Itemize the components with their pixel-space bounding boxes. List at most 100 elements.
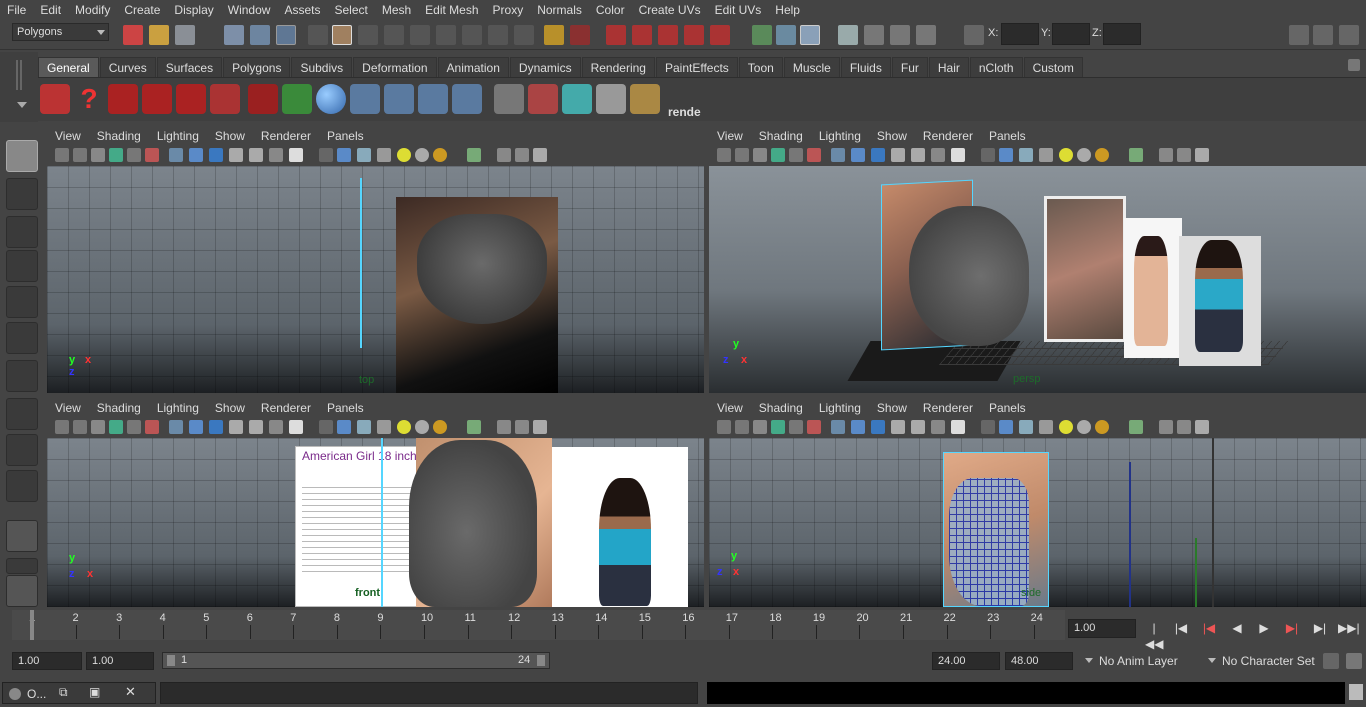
default-material-icon[interactable] (871, 148, 885, 162)
channel-box-icon[interactable] (1339, 25, 1359, 45)
select-hierarchy-icon[interactable] (224, 25, 244, 45)
light-gold-icon[interactable] (1095, 148, 1109, 162)
panel-menu-renderer[interactable]: Renderer (923, 128, 973, 144)
trash-icon[interactable] (1348, 59, 1360, 71)
shaded-icon[interactable] (999, 148, 1013, 162)
shelf-tab-painteffects[interactable]: PaintEffects (655, 57, 738, 77)
range-handle-left[interactable] (167, 655, 175, 666)
anim-layer-dropdown[interactable]: No Anim Layer (1085, 652, 1194, 670)
shelf-tab-toon[interactable]: Toon (738, 57, 783, 77)
script-editor-button-icon[interactable] (1349, 684, 1363, 700)
preferences-icon[interactable] (1346, 653, 1362, 669)
panel-menu-show[interactable]: Show (215, 400, 245, 416)
shelf-tab-muscle[interactable]: Muscle (783, 57, 840, 77)
pick-mask-icon[interactable] (308, 25, 328, 45)
menu-edit-uvs[interactable]: Edit UVs (708, 0, 769, 20)
frame-icon[interactable] (515, 420, 529, 434)
close-icon[interactable]: ✕ (125, 684, 136, 700)
default-material-icon[interactable] (209, 420, 223, 434)
render-current-icon[interactable] (864, 25, 884, 45)
resolution-gate-icon[interactable] (807, 148, 821, 162)
panel-menu-panels[interactable]: Panels (327, 400, 364, 416)
play-forward-icon[interactable]: ▶ (1255, 620, 1273, 636)
menu-create-uvs[interactable]: Create UVs (632, 0, 708, 20)
film-reel-alt-icon[interactable] (142, 84, 172, 114)
checker-icon[interactable] (377, 148, 391, 162)
make-live-icon[interactable] (710, 25, 730, 45)
isolate-select-icon[interactable] (981, 420, 995, 434)
select-camera-icon[interactable] (1129, 420, 1143, 434)
vertex-mask-icon[interactable] (358, 25, 378, 45)
uv-mask-icon[interactable] (410, 25, 430, 45)
go-to-end-icon[interactable]: ▶▶| (1338, 620, 1360, 636)
viewport-canvas-top[interactable]: y x z top (47, 166, 704, 393)
flat-icon[interactable] (357, 420, 371, 434)
graph-editor-icon[interactable] (494, 84, 524, 114)
mode-select[interactable]: Polygons (12, 23, 109, 41)
shaded-icon[interactable] (337, 148, 351, 162)
panel-menu-shading[interactable]: Shading (97, 128, 141, 144)
y-field[interactable] (1052, 23, 1090, 45)
menu-window[interactable]: Window (221, 0, 278, 20)
smooth-shade-icon[interactable] (189, 420, 203, 434)
camera-bookmark-icon[interactable] (735, 420, 749, 434)
universal-manip-icon[interactable] (6, 360, 38, 392)
shelf-tab-animation[interactable]: Animation (437, 57, 509, 77)
light-yellow-icon[interactable] (1059, 148, 1073, 162)
shelf-tab-fluids[interactable]: Fluids (840, 57, 891, 77)
range-slider[interactable]: 1 24 (162, 652, 550, 669)
snap-view-plane-icon[interactable] (684, 25, 704, 45)
xray-icon[interactable] (911, 148, 925, 162)
command-line[interactable] (160, 682, 698, 704)
xray-icon[interactable] (911, 420, 925, 434)
snap-point-icon[interactable] (658, 25, 678, 45)
menu-assets[interactable]: Assets (277, 0, 327, 20)
step-forward-key-icon[interactable]: ▶| (1311, 620, 1329, 636)
checker-icon[interactable] (1039, 148, 1053, 162)
move-tool-icon[interactable] (6, 250, 38, 282)
film-gate-icon[interactable] (789, 148, 803, 162)
current-frame-field[interactable]: 1.00 (1068, 619, 1136, 638)
camera-bookmark-icon[interactable] (73, 420, 87, 434)
light-yellow-icon[interactable] (1059, 420, 1073, 434)
xray-icon[interactable] (249, 148, 263, 162)
step-forward-frame-icon[interactable]: ▶| (1283, 620, 1301, 636)
panel-menu-panels[interactable]: Panels (989, 128, 1026, 144)
shaded-icon[interactable] (999, 420, 1013, 434)
rotate-tool-icon[interactable] (6, 286, 38, 318)
image-plane-icon[interactable] (753, 148, 767, 162)
render-view-icon[interactable] (838, 25, 858, 45)
panel-menu-view[interactable]: View (55, 400, 81, 416)
camera-bookmark-icon[interactable] (735, 148, 749, 162)
shaded-wire-icon[interactable] (891, 148, 905, 162)
step-back-key-icon[interactable]: |◀ (1172, 620, 1190, 636)
output-ops-icon[interactable] (776, 25, 796, 45)
viewport-canvas-side[interactable]: y z x side (709, 438, 1366, 607)
menu-modify[interactable]: Modify (68, 0, 117, 20)
menu-display[interactable]: Display (167, 0, 220, 20)
misc-mask-icon[interactable] (488, 25, 508, 45)
grid-icon[interactable] (771, 420, 785, 434)
snap-curve-icon[interactable] (632, 25, 652, 45)
face-mask-icon[interactable] (332, 25, 352, 45)
default-material-icon[interactable] (871, 420, 885, 434)
wireframe-icon[interactable] (169, 420, 183, 434)
shelf-tab-general[interactable]: General (38, 57, 99, 77)
menu-edit[interactable]: Edit (33, 0, 68, 20)
key-icon[interactable] (1323, 653, 1339, 669)
isolate-select-icon[interactable] (319, 148, 333, 162)
wireframe-icon[interactable] (169, 148, 183, 162)
light-grey-icon[interactable] (1077, 420, 1091, 434)
anim-end-field[interactable]: 48.00 (1005, 652, 1073, 670)
checker-icon[interactable] (1039, 420, 1053, 434)
wireframe-icon[interactable] (831, 420, 845, 434)
shaded-box-icon[interactable] (1159, 420, 1173, 434)
texture-icon[interactable] (269, 420, 283, 434)
camera-attr-icon[interactable] (717, 420, 731, 434)
panel-menu-shading[interactable]: Shading (97, 400, 141, 416)
x-field[interactable] (1001, 23, 1039, 45)
frame-icon[interactable] (1177, 420, 1191, 434)
shelf-tab-deformation[interactable]: Deformation (353, 57, 437, 77)
last-tool-icon[interactable] (6, 470, 38, 502)
viewport-canvas-front[interactable]: American Girl 18 inch y z x front (47, 438, 704, 607)
